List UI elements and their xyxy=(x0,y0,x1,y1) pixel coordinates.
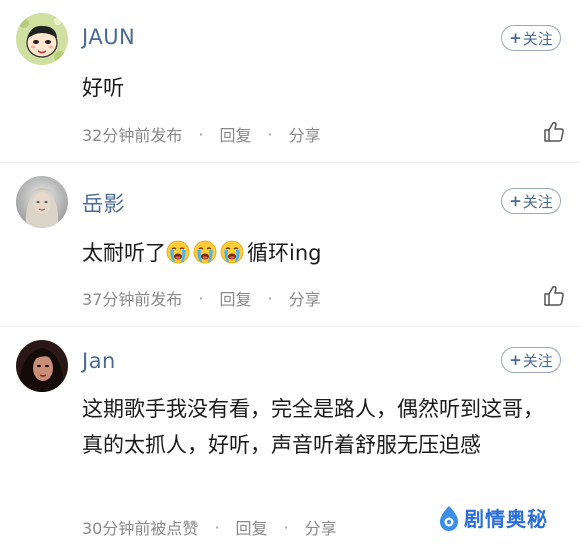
plus-icon: + xyxy=(509,192,522,210)
separator: · xyxy=(283,517,289,537)
follow-label: 关注 xyxy=(522,351,553,370)
follow-button[interactable]: + 关注 xyxy=(501,188,561,214)
avatar[interactable] xyxy=(16,13,68,65)
comment-time: 30分钟前被点赞 xyxy=(82,519,199,538)
brand-logo-icon xyxy=(440,505,458,531)
thumbs-up-icon[interactable] xyxy=(542,284,566,308)
comment-text-prefix: 太耐听了 xyxy=(82,241,166,265)
thumbs-up-icon[interactable] xyxy=(542,120,566,144)
comment-meta: 32分钟前发布 · 回复 · 分享 xyxy=(82,122,321,146)
comment-meta: 37分钟前发布 · 回复 · 分享 xyxy=(82,286,321,310)
comment-text-suffix: 循环ing xyxy=(247,241,322,265)
share-link[interactable]: 分享 xyxy=(289,122,321,146)
plus-icon: + xyxy=(509,29,522,47)
comment-text: 太耐听了 循环ing xyxy=(82,235,562,271)
avatar[interactable] xyxy=(16,176,68,228)
crying-face-icon xyxy=(193,240,217,264)
username[interactable]: Jan xyxy=(82,349,116,373)
comment-text: 好听 xyxy=(82,76,124,100)
comment-item: JAUN + 关注 好听 32分钟前发布 · 回复 · 分享 xyxy=(0,0,580,163)
avatar[interactable] xyxy=(16,340,68,392)
share-link[interactable]: 分享 xyxy=(289,286,321,310)
crying-face-icon xyxy=(220,240,244,264)
separator: · xyxy=(198,288,204,308)
watermark: 剧情奥秘 xyxy=(438,503,548,532)
comment-time: 32分钟前发布 xyxy=(82,126,183,145)
follow-label: 关注 xyxy=(522,192,553,211)
separator: · xyxy=(267,124,273,144)
follow-button[interactable]: + 关注 xyxy=(501,347,561,373)
comment-time: 37分钟前发布 xyxy=(82,290,183,309)
comment-meta: 30分钟前被点赞 · 回复 · 分享 xyxy=(82,515,337,539)
comment-item: 岳影 + 关注 太耐听了 循环ing 37分钟前发布 · 回复 · 分享 xyxy=(0,163,580,327)
reply-link[interactable]: 回复 xyxy=(235,515,267,539)
plus-icon: + xyxy=(509,351,522,369)
follow-label: 关注 xyxy=(522,29,553,48)
comment-text: 这期歌手我没有看，完全是路人，偶然听到这哥，真的太抓人，好听，声音听着舒服无压迫… xyxy=(82,397,544,457)
watermark-text: 剧情奥秘 xyxy=(464,507,548,531)
reply-link[interactable]: 回复 xyxy=(219,122,251,146)
follow-button[interactable]: + 关注 xyxy=(501,25,561,51)
share-link[interactable]: 分享 xyxy=(305,515,337,539)
separator: · xyxy=(198,124,204,144)
separator: · xyxy=(214,517,220,537)
separator: · xyxy=(267,288,273,308)
username[interactable]: 岳影 xyxy=(82,188,125,218)
reply-link[interactable]: 回复 xyxy=(219,286,251,310)
username[interactable]: JAUN xyxy=(82,25,135,49)
crying-face-icon xyxy=(166,240,190,264)
